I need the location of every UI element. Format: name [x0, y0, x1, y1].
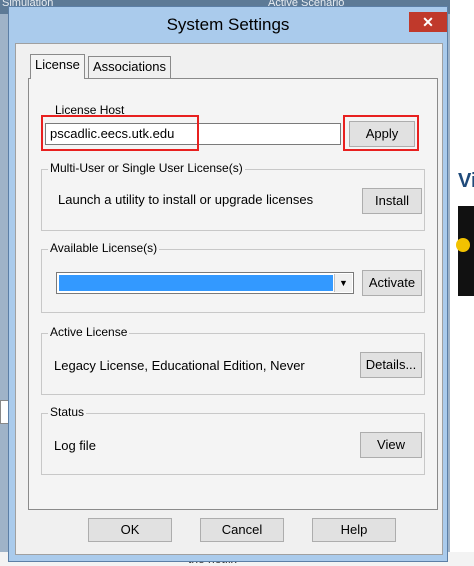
background-partial-text: Vi: [458, 170, 474, 192]
close-icon: ✕: [422, 14, 434, 30]
multi-user-label: Multi-User or Single User License(s): [48, 161, 245, 175]
available-licenses-dropdown[interactable]: ▼: [56, 272, 354, 294]
apply-highlight: [343, 115, 419, 151]
status-label: Status: [48, 405, 87, 419]
help-button[interactable]: Help: [312, 518, 396, 542]
chevron-down-icon[interactable]: ▼: [334, 274, 352, 292]
active-license-description: Legacy License, Educational Edition, Nev…: [54, 358, 305, 373]
dropdown-selection: [59, 275, 333, 291]
available-licenses-group: Available License(s) ▼ Activate: [41, 241, 425, 313]
status-group: Status Log file View: [41, 405, 425, 475]
tab-license[interactable]: License: [30, 54, 85, 79]
details-button[interactable]: Details...: [360, 352, 422, 378]
view-button[interactable]: View: [360, 432, 422, 458]
cancel-button[interactable]: Cancel: [200, 518, 284, 542]
active-license-label: Active License: [48, 325, 130, 339]
active-license-group: Active License Legacy License, Education…: [41, 325, 425, 395]
dialog-client-area: License Associations License Host pscadl…: [15, 43, 443, 555]
ok-button[interactable]: OK: [88, 518, 172, 542]
license-tab-panel: License Host pscadlic.eecs.utk.edu Apply…: [28, 78, 438, 510]
background-app-right-pane: Vi: [450, 0, 474, 566]
multi-user-description: Launch a utility to install or upgrade l…: [58, 192, 314, 207]
status-description: Log file: [54, 438, 96, 453]
close-button[interactable]: ✕: [409, 12, 447, 32]
background-image: [456, 206, 474, 296]
multi-user-group: Multi-User or Single User License(s) Lau…: [41, 161, 425, 231]
tab-associations[interactable]: Associations: [88, 56, 171, 78]
system-settings-dialog: System Settings ✕ License Associations L…: [8, 6, 448, 562]
available-licenses-label: Available License(s): [48, 241, 160, 255]
install-button[interactable]: Install: [362, 188, 422, 214]
activate-button[interactable]: Activate: [362, 270, 422, 296]
dialog-title: System Settings: [166, 15, 290, 34]
license-host-highlight: [41, 115, 199, 151]
